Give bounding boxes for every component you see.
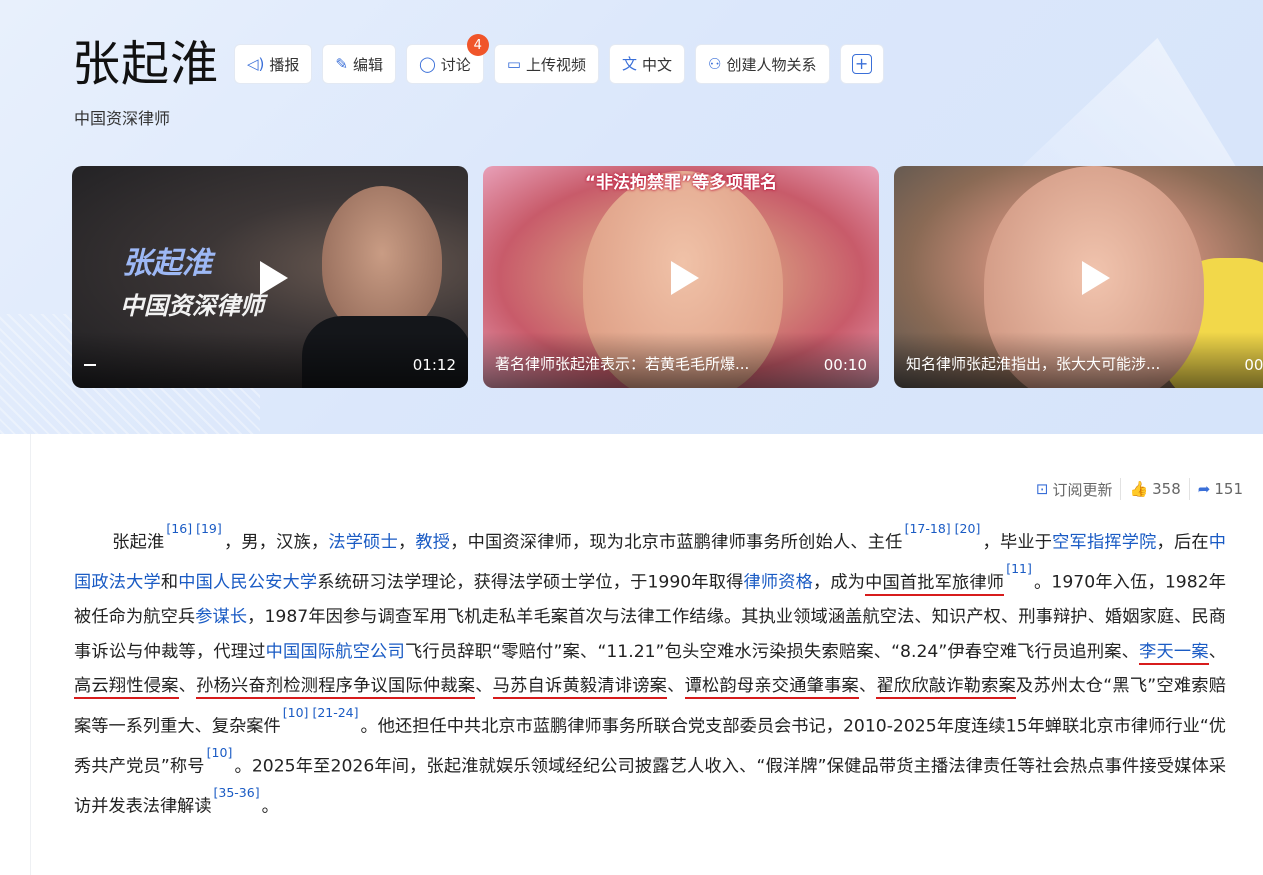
- video-card[interactable]: “非法拘禁罪”等多项罪名 著名律师张起淮表示：若黄毛毛所爆... 00:10: [483, 166, 879, 388]
- broadcast-label: 播报: [269, 55, 300, 74]
- text: 、: [475, 676, 493, 697]
- page-subtitle: 中国资深律师: [74, 109, 171, 128]
- video-caption: 知名律师张起淮指出，张大大可能涉...: [906, 355, 1161, 373]
- highlighted-text: 马苏自诉黄毅清诽谤案: [492, 676, 668, 700]
- text: 张起淮: [112, 532, 165, 553]
- share-count: 151: [1214, 480, 1243, 498]
- video-duration: 01:12: [412, 356, 456, 374]
- page-title: 张起淮: [72, 36, 220, 92]
- video-overlay-name: 张起淮: [122, 246, 212, 281]
- entry-link[interactable]: 中国人民公安大学: [178, 573, 317, 593]
- text: ，中国资深律师，现为北京市蓝鹏律师事务所创始人、主任: [450, 532, 903, 553]
- highlighted-text: 高云翔性侵案: [74, 676, 179, 700]
- edit-button[interactable]: ✎ 编辑: [322, 44, 396, 84]
- text: 、: [1208, 641, 1226, 662]
- hero-banner: 张起淮 中国资深律师 ◁) 播报 ✎ 编辑 ◯ 讨论 4 ▭ 上传视频 文 中文…: [0, 0, 1263, 434]
- text: ，: [397, 532, 416, 553]
- play-icon[interactable]: [248, 255, 292, 299]
- entry-link[interactable]: 律师资格: [744, 573, 814, 593]
- edit-label: 编辑: [352, 55, 383, 74]
- summary-paragraph: 张起淮[16] [19]，男，汉族，法学硕士，教授，中国资深律师，现为北京市蓝鹏律…: [74, 520, 1226, 825]
- citation-link[interactable]: [10]: [283, 705, 309, 720]
- text: 系统研习法学理论，获得法学硕士学位，于1990年取得: [317, 572, 744, 593]
- video-icon: ▭: [506, 54, 521, 73]
- comment-icon: ◯: [419, 54, 436, 73]
- entry-link[interactable]: 教授: [415, 533, 450, 553]
- pencil-icon: ✎: [335, 54, 348, 73]
- play-icon[interactable]: [1070, 255, 1114, 299]
- highlighted-text: 孙杨兴奋剂检测程序争议国际仲裁案: [196, 676, 476, 700]
- text: ，后在: [1156, 532, 1209, 553]
- citation-link[interactable]: [20]: [955, 521, 981, 536]
- video-thumbnail-person: [322, 186, 442, 336]
- discuss-label: 讨论: [440, 55, 471, 74]
- subscribe-label: 订阅更新: [1052, 480, 1113, 499]
- share-button[interactable]: ➦ 151: [1190, 480, 1251, 498]
- add-button[interactable]: +: [839, 44, 884, 84]
- subscribe-button[interactable]: ⊡ 订阅更新: [1028, 479, 1121, 500]
- like-count: 358: [1152, 480, 1181, 498]
- video-caption: 著名律师张起淮表示：若黄毛毛所爆...: [495, 355, 750, 373]
- play-icon[interactable]: [659, 255, 703, 299]
- text: 、: [859, 676, 877, 697]
- citation-link[interactable]: [19]: [196, 521, 222, 536]
- text: 和: [160, 572, 179, 593]
- entry-link[interactable]: 法学硕士: [328, 533, 398, 553]
- video-duration: 00:10: [823, 356, 867, 374]
- text: ，男，汉族，: [223, 532, 329, 553]
- video-top-caption: “非法拘禁罪”等多项罪名: [584, 173, 778, 193]
- text: 、: [178, 676, 197, 697]
- article-content: ⊡ 订阅更新 👍 358 ➦ 151 张起淮[16] [19]，男，汉族，法学硕士…: [30, 434, 1263, 875]
- text: ，毕业于: [982, 532, 1053, 553]
- relation-icon: ⚇: [708, 54, 722, 73]
- text: 。: [261, 797, 279, 818]
- video-caption-bar: 01:12: [72, 332, 468, 388]
- discuss-button[interactable]: ◯ 讨论 4: [406, 34, 489, 84]
- language-label: 中文: [642, 55, 673, 74]
- video-caption-bar: 著名律师张起淮表示：若黄毛毛所爆... 00:10: [483, 332, 879, 388]
- video-overlay-title: 中国资深律师: [120, 292, 264, 320]
- video-carousel: 张起淮 中国资深律师 01:12 “非法拘禁罪”等多项罪名 著名律师张起淮表示：…: [72, 166, 1263, 388]
- citation-link[interactable]: [35-36]: [214, 785, 260, 800]
- citation-link[interactable]: [10]: [207, 745, 233, 760]
- toolbar: ◁) 播报 ✎ 编辑 ◯ 讨论 4 ▭ 上传视频 文 中文 ⚇ 创建人物关系 +: [234, 34, 884, 84]
- subscribe-icon: ⊡: [1035, 480, 1049, 498]
- citation-link[interactable]: [21-24]: [312, 705, 358, 720]
- upload-video-button[interactable]: ▭ 上传视频: [493, 44, 600, 84]
- video-card[interactable]: 知名律师张起淮指出，张大大可能涉... 00:1: [894, 166, 1263, 388]
- entry-link[interactable]: 空军指挥学院: [1052, 533, 1156, 553]
- speaker-icon: ◁): [247, 54, 265, 73]
- video-card[interactable]: 张起淮 中国资深律师 01:12: [72, 166, 468, 388]
- entry-link[interactable]: 中国国际航空公司: [266, 642, 405, 662]
- broadcast-button[interactable]: ◁) 播报: [234, 44, 313, 84]
- citation-link[interactable]: [17-18]: [905, 521, 951, 536]
- create-relation-label: 创建人物关系: [726, 55, 817, 74]
- text: ，成为: [813, 572, 866, 593]
- citation-link[interactable]: [11]: [1006, 561, 1032, 576]
- highlighted-text: 翟欣欣敲诈勒索案: [876, 676, 1016, 700]
- citation-link[interactable]: [16]: [166, 521, 192, 536]
- video-duration: 00:1: [1244, 356, 1263, 374]
- discuss-count-badge: 4: [466, 34, 489, 56]
- translate-icon: 文: [622, 54, 638, 73]
- entry-link[interactable]: 参谋长: [195, 607, 247, 627]
- highlighted-text: 谭松韵母亲交通肇事案: [684, 676, 859, 700]
- share-icon: ➦: [1197, 480, 1211, 498]
- case-link[interactable]: 李天一案: [1139, 641, 1209, 665]
- like-button[interactable]: 👍 358: [1121, 480, 1188, 498]
- thumbs-up-icon: 👍: [1129, 480, 1149, 498]
- upload-video-label: 上传视频: [526, 55, 587, 74]
- create-relation-button[interactable]: ⚇ 创建人物关系: [695, 44, 830, 84]
- video-caption-bar: 知名律师张起淮指出，张大大可能涉... 00:1: [894, 332, 1263, 388]
- article-actions: ⊡ 订阅更新 👍 358 ➦ 151: [1028, 478, 1251, 500]
- plus-icon: +: [851, 54, 872, 74]
- language-button[interactable]: 文 中文: [609, 44, 686, 84]
- text: 、: [667, 676, 685, 697]
- text: 飞行员辞职“零赔付”案、“11.21”包头空难水污染损失索赔案、“8.24”伊春…: [404, 641, 1140, 662]
- video-progress-mark: [84, 364, 96, 366]
- highlighted-text: 中国首批军旅律师: [865, 572, 1005, 596]
